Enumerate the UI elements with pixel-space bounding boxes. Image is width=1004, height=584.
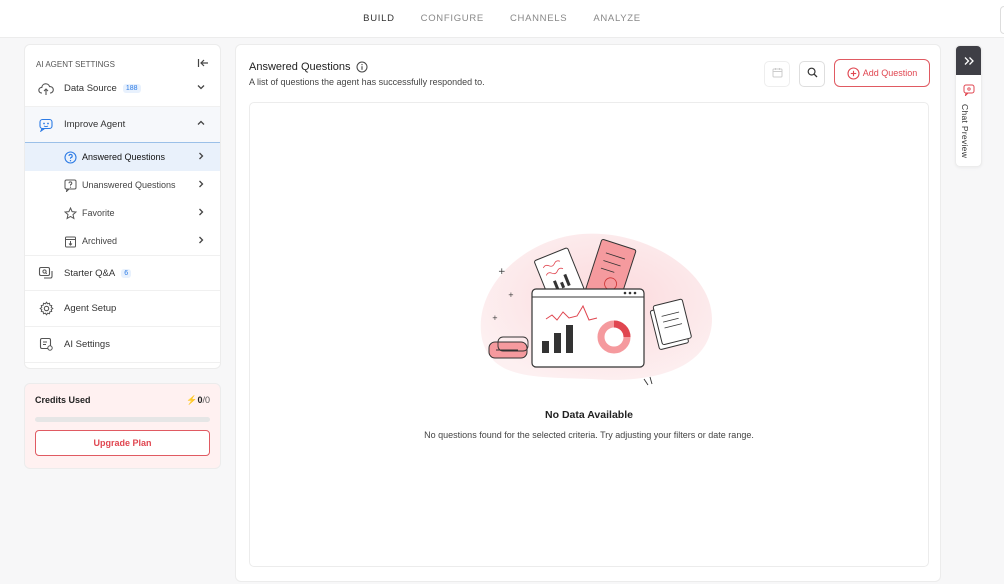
star-icon — [63, 206, 77, 220]
chevron-down-icon — [196, 82, 206, 95]
calendar-button[interactable] — [764, 61, 790, 87]
sidebar-subitem-label: Archived — [82, 236, 118, 246]
sidebar-item-improve-agent[interactable]: Improve Agent — [25, 107, 220, 143]
upgrade-plan-button[interactable]: Upgrade Plan — [35, 430, 210, 456]
chevron-right-icon — [196, 151, 206, 163]
gear-icon — [38, 301, 54, 317]
count-badge: 6 — [121, 268, 132, 278]
settings-sidebar: AI AGENT SETTINGS Data Source 188 Improv… — [24, 44, 221, 369]
sidebar-subitem-label: Answered Questions — [82, 152, 166, 162]
svg-text:+: + — [492, 314, 498, 322]
sidebar-item-agent-setup[interactable]: Agent Setup — [25, 291, 220, 327]
svg-text:+: + — [498, 267, 506, 277]
chevron-right-icon — [196, 235, 206, 247]
main-panel: Answered Questions A list of questions t… — [235, 44, 941, 582]
chat-bubble-icon — [963, 84, 975, 96]
info-icon[interactable] — [356, 61, 368, 73]
tab-analyze[interactable]: ANALYZE — [593, 7, 641, 30]
page-title: Answered Questions — [249, 61, 351, 73]
sidebar-item-label: Agent Setup — [64, 303, 117, 314]
chevron-right-icon — [196, 207, 206, 219]
chat-preview-label: Chat Preview — [960, 104, 970, 159]
search-icon — [807, 67, 818, 81]
lightning-icon: ⚡ — [186, 395, 198, 405]
edge-handle[interactable] — [1000, 6, 1004, 34]
page-title-row: Answered Questions — [249, 61, 368, 73]
calendar-icon — [772, 67, 783, 81]
chat-bot-icon — [38, 117, 54, 133]
sidebar-header: AI AGENT SETTINGS — [25, 45, 220, 71]
sidebar-item-label: Starter Q&A — [64, 267, 116, 279]
sidebar-subitem-favorite[interactable]: Favorite — [25, 199, 220, 227]
collapse-sidebar-icon[interactable] — [197, 58, 209, 71]
tab-build[interactable]: BUILD — [363, 7, 394, 30]
page-subtitle: A list of questions the agent has succes… — [249, 77, 485, 87]
sidebar-item-starter-qa[interactable]: Starter Q&A 6 — [25, 255, 220, 291]
credits-card: Credits Used ⚡0/0 Upgrade Plan — [24, 383, 221, 469]
chevron-up-icon — [196, 118, 206, 131]
question-circle-icon — [63, 150, 77, 164]
sidebar-subitem-archived[interactable]: Archived — [25, 227, 220, 255]
top-nav: BUILD CONFIGURE CHANNELS ANALYZE — [0, 0, 1004, 38]
sidebar-item-label: AI Settings — [64, 339, 110, 350]
sidebar-subitem-label: Unanswered Questions — [82, 180, 176, 190]
tab-channels[interactable]: CHANNELS — [510, 7, 567, 30]
svg-text:+: + — [508, 291, 514, 299]
sidebar-item-label: Improve Agent — [64, 119, 126, 130]
sidebar-subitem-unanswered-questions[interactable]: Unanswered Questions — [25, 171, 220, 199]
sidebar-item-label: Data Source — [64, 83, 117, 94]
archive-icon — [63, 234, 77, 248]
count-badge: 188 — [122, 84, 141, 93]
sidebar-item-ai-settings[interactable]: AI Settings — [25, 327, 220, 363]
add-question-label: Add Question — [862, 68, 918, 78]
credits-progress-bar — [35, 417, 210, 422]
credits-row: Credits Used ⚡0/0 — [25, 384, 220, 406]
chevron-right-icon — [196, 179, 206, 191]
empty-state-title: No Data Available — [545, 409, 633, 421]
questions-panel: + + + No Data Available No questions fou… — [249, 102, 929, 567]
tab-configure[interactable]: CONFIGURE — [421, 7, 484, 30]
sidebar-title: AI AGENT SETTINGS — [36, 59, 115, 69]
credits-total: /0 — [202, 395, 210, 405]
empty-state-illustration: + + + — [480, 233, 712, 386]
double-chevron-right-icon — [963, 56, 975, 66]
chat-question-icon — [63, 178, 77, 192]
sidebar-item-data-source[interactable]: Data Source 188 — [25, 71, 220, 107]
cloud-upload-icon — [38, 81, 54, 97]
expand-chat-button[interactable] — [956, 46, 981, 75]
ai-settings-icon — [38, 337, 54, 353]
plus-circle-icon — [847, 66, 860, 80]
chat-preview-tab[interactable]: Chat Preview — [955, 45, 982, 167]
add-question-button[interactable]: Add Question — [834, 59, 930, 87]
credits-count: ⚡0/0 — [186, 395, 210, 406]
empty-state-message: No questions found for the selected crit… — [424, 430, 754, 440]
search-button[interactable] — [799, 61, 825, 87]
sidebar-subitem-answered-questions[interactable]: Answered Questions — [25, 143, 220, 171]
credits-label: Credits Used — [35, 395, 91, 405]
sidebar-subitem-label: Favorite — [82, 208, 115, 218]
chat-qa-icon — [38, 265, 54, 281]
